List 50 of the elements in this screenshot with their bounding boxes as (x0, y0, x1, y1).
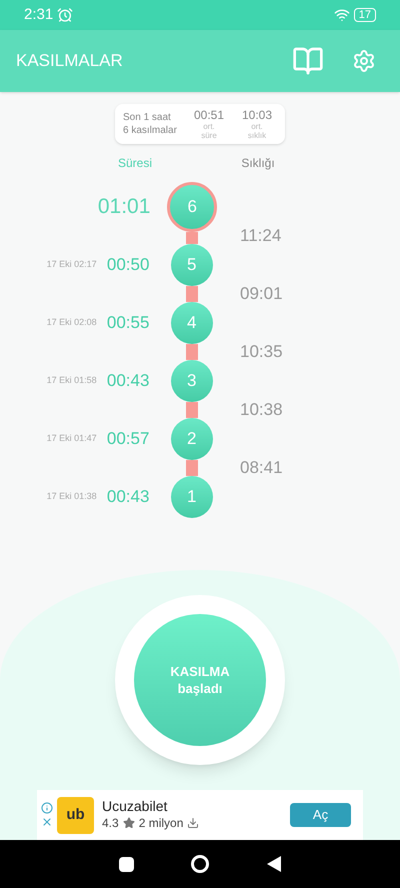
contraction-node[interactable]: 1 (170, 476, 213, 518)
contraction-node[interactable]: 2 (170, 418, 213, 460)
summary-count: 6 kasılmalar (123, 124, 178, 137)
contraction-frequency: 09:01 (240, 283, 283, 306)
contraction-duration: 00:43 (106, 486, 150, 508)
contraction-duration: 00:43 (106, 370, 150, 392)
contraction-frequency: 11:24 (240, 225, 282, 248)
download-icon (187, 817, 200, 829)
contraction-duration: 01:01 (98, 194, 150, 220)
alarm-icon (57, 7, 74, 23)
contraction-date: 17 Eki 01:47 (46, 432, 97, 446)
contraction-frequency: 10:38 (240, 399, 283, 422)
summary-label: ort. sıklık (248, 122, 266, 140)
back-icon[interactable] (267, 856, 282, 872)
open-button[interactable]: Aç (290, 803, 351, 827)
battery-indicator: 17 (354, 8, 376, 22)
start-button[interactable]: KASILMA başladı (134, 614, 266, 746)
contraction-frequency: 10:35 (240, 341, 283, 364)
app-title: KASILMALAR (16, 50, 124, 72)
contraction-duration: 00:57 (106, 428, 150, 450)
contraction-duration: 00:55 (106, 312, 150, 334)
star-icon (122, 817, 135, 829)
contraction-date: 17 Eki 02:17 (46, 258, 97, 272)
close-icon[interactable] (41, 816, 53, 828)
recents-icon[interactable] (118, 856, 134, 872)
tab[interactable]: Süresi (110, 154, 160, 172)
contraction-node[interactable]: 4 (170, 302, 213, 344)
summary-value: 10:03 (242, 108, 272, 122)
home-icon[interactable] (191, 855, 210, 873)
summary-value: 00:51 (194, 108, 224, 122)
contraction-node[interactable]: 5 (170, 244, 213, 286)
contraction-node[interactable]: 6 (167, 182, 218, 232)
summary-period: Son 1 saat (123, 111, 172, 124)
info-icon[interactable] (41, 802, 53, 814)
summary-label: ort. süre (201, 122, 217, 140)
contraction-date: 17 Eki 01:58 (46, 374, 97, 388)
book-icon[interactable] (292, 45, 324, 77)
contraction-node[interactable]: 3 (170, 360, 213, 402)
status-time: 2:31 (24, 4, 54, 25)
settings-icon[interactable] (352, 49, 376, 73)
ad-logo: ub (57, 796, 94, 834)
contraction-frequency: 08:41 (240, 457, 283, 480)
tab[interactable]: Sıklığı (238, 154, 278, 172)
contraction-date: 17 Eki 01:38 (46, 490, 97, 504)
ad-downloads: 2 milyon (138, 815, 184, 832)
wifi-icon (334, 7, 350, 23)
ad-title: Ucuzabilet (102, 798, 168, 814)
contraction-date: 17 Eki 02:08 (46, 316, 97, 330)
contraction-duration: 00:50 (106, 254, 150, 276)
ad-rating: 4.3 (102, 815, 119, 832)
